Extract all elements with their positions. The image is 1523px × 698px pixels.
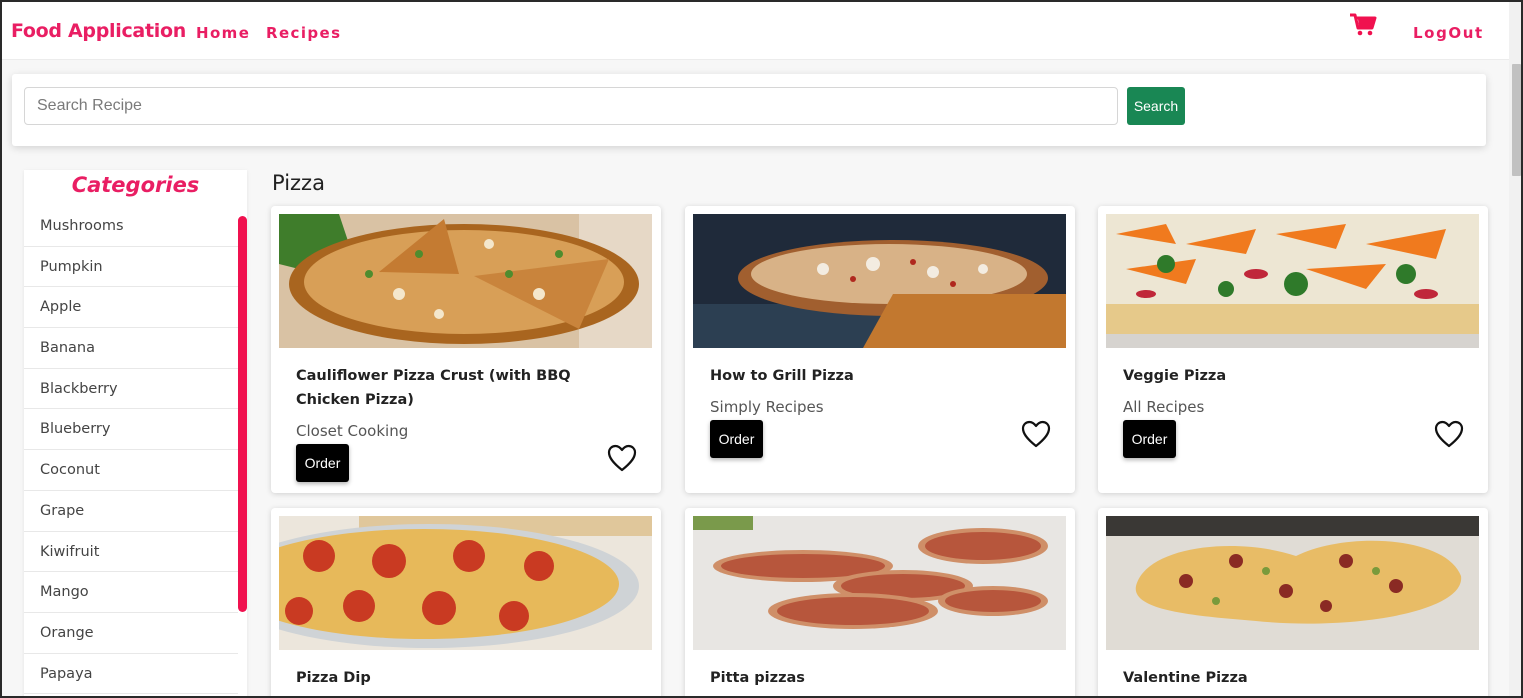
category-item-coconut[interactable]: Coconut	[24, 450, 238, 491]
category-item-apple[interactable]: Apple	[24, 287, 238, 329]
search-panel: Search	[12, 74, 1486, 146]
brand-logo[interactable]: Food Application	[11, 20, 186, 42]
recipe-image[interactable]	[693, 214, 1066, 348]
recipe-source: All Recipes	[1123, 398, 1205, 416]
category-item-blackberry[interactable]: Blackberry	[24, 368, 238, 410]
recipe-card[interactable]: Pizza Dip	[271, 508, 661, 696]
recipe-card[interactable]: Valentine Pizza	[1098, 508, 1488, 696]
order-button[interactable]: Order	[296, 444, 349, 482]
categories-sidebar: Categories Mushrooms Pumpkin Apple Banan…	[24, 170, 247, 696]
recipe-title: Pitta pizzas	[710, 670, 805, 686]
nav-home-link[interactable]: Home	[196, 24, 250, 42]
category-item-banana[interactable]: Banana	[24, 328, 238, 369]
recipe-image[interactable]	[1106, 516, 1479, 650]
category-item-papaya[interactable]: Papaya	[24, 653, 238, 695]
page-scrollbar-thumb[interactable]	[1512, 64, 1521, 176]
recipe-card[interactable]: How to Grill Pizza Simply Recipes Order	[685, 206, 1075, 493]
page-scrollbar[interactable]	[1509, 2, 1521, 696]
recipe-source: Simply Recipes	[710, 398, 824, 416]
heart-icon[interactable]	[1021, 420, 1051, 448]
recipe-image[interactable]	[279, 516, 652, 650]
app-window: Food Application Home Recipes LogOut Sea…	[0, 0, 1523, 698]
order-button[interactable]: Order	[710, 420, 763, 458]
heart-icon[interactable]	[1434, 420, 1464, 448]
category-item-blueberry[interactable]: Blueberry	[24, 409, 238, 451]
navbar: Food Application Home Recipes LogOut	[2, 2, 1509, 60]
recipe-image[interactable]	[693, 516, 1066, 650]
recipe-card[interactable]: Veggie Pizza All Recipes Order	[1098, 206, 1488, 493]
category-item-pumpkin[interactable]: Pumpkin	[24, 246, 238, 288]
recipe-card[interactable]: Cauliflower Pizza Crust (with BBQ Chicke…	[271, 206, 661, 493]
logout-link[interactable]: LogOut	[1413, 24, 1484, 42]
cart-icon[interactable]	[1349, 12, 1377, 43]
categories-scrollbar-thumb[interactable]	[238, 216, 247, 612]
order-button[interactable]: Order	[1123, 420, 1176, 458]
recipe-image[interactable]	[279, 214, 652, 348]
recipe-title: Valentine Pizza	[1123, 670, 1248, 686]
section-title: Pizza	[272, 171, 325, 195]
category-item-grape[interactable]: Grape	[24, 490, 238, 532]
search-button[interactable]: Search	[1127, 87, 1185, 125]
recipe-title: Veggie Pizza	[1123, 368, 1227, 384]
category-item-kiwifruit[interactable]: Kiwifruit	[24, 531, 238, 573]
categories-list: Mushrooms Pumpkin Apple Banana Blackberr…	[24, 206, 238, 695]
search-input[interactable]	[24, 87, 1118, 125]
recipe-card[interactable]: Pitta pizzas	[685, 508, 1075, 696]
recipe-title: Cauliflower Pizza Crust (with BBQ Chicke…	[296, 368, 571, 408]
categories-title: Categories	[71, 173, 200, 197]
category-item-mango[interactable]: Mango	[24, 572, 238, 613]
nav-recipes-link[interactable]: Recipes	[266, 24, 341, 42]
recipe-title: Pizza Dip	[296, 670, 371, 686]
main-content: Search Categories Mushrooms Pumpkin Appl…	[2, 60, 1509, 696]
categories-scrollbar[interactable]	[238, 206, 247, 696]
recipe-image[interactable]	[1106, 214, 1479, 348]
recipe-source: Closet Cooking	[296, 422, 409, 440]
category-item-orange[interactable]: Orange	[24, 612, 238, 654]
heart-icon[interactable]	[607, 444, 637, 472]
recipe-title: How to Grill Pizza	[710, 368, 854, 384]
category-item-mushrooms[interactable]: Mushrooms	[24, 206, 238, 247]
